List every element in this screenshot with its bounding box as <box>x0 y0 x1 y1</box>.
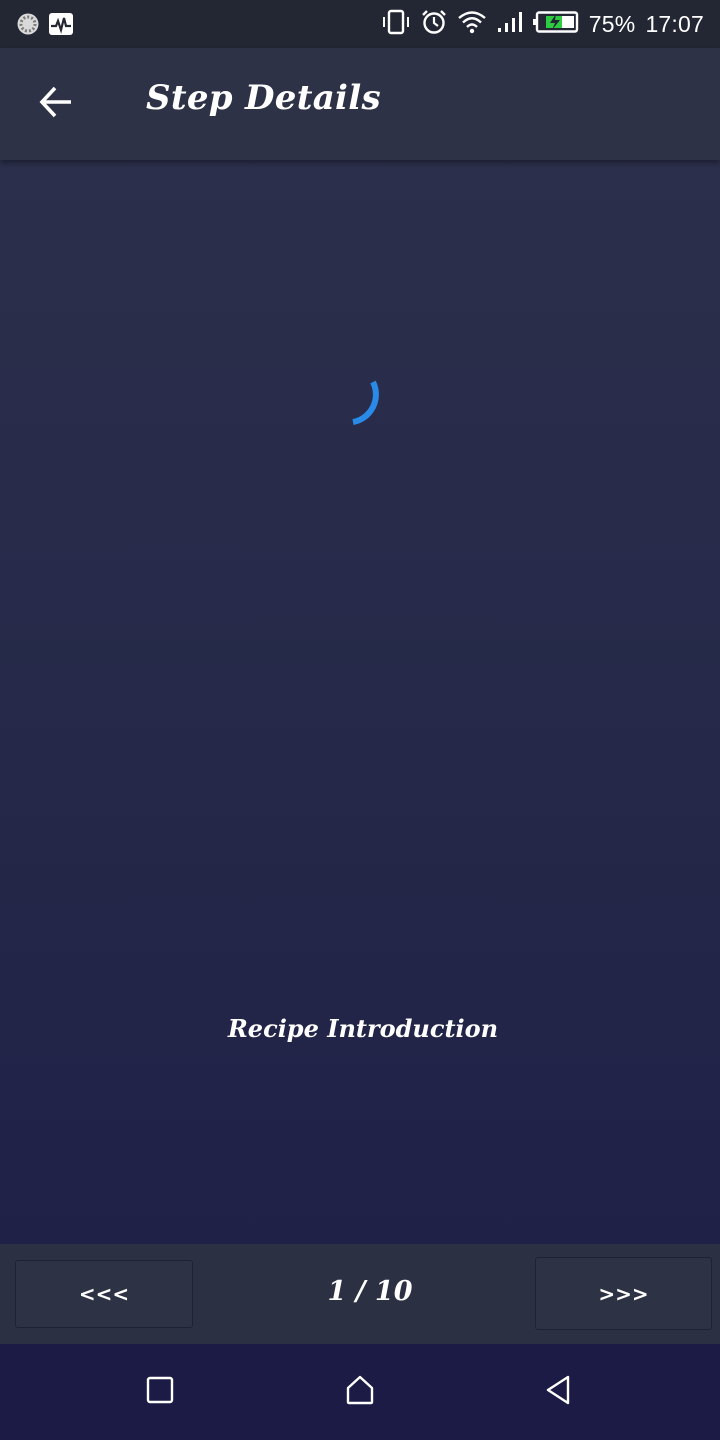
system-back-button[interactable] <box>538 1372 578 1412</box>
app-notification-icon <box>16 12 40 40</box>
home-button[interactable] <box>340 1372 380 1412</box>
arrow-left-icon <box>38 84 74 124</box>
vibrate-icon <box>381 9 411 39</box>
back-button[interactable] <box>28 76 84 132</box>
battery-percent: 75% <box>588 10 636 37</box>
step-content: Recipe Introduction <box>0 160 720 1244</box>
system-navigation-bar <box>0 1344 720 1440</box>
status-bar-right: 75% 17:07 <box>381 8 704 40</box>
step-counter: 1 / 10 <box>327 1276 413 1307</box>
previous-step-button[interactable]: <<< <box>15 1260 193 1328</box>
page-title: Step Details <box>146 78 381 118</box>
status-bar: 75% 17:07 <box>0 0 720 48</box>
next-step-button[interactable]: >>> <box>535 1257 712 1330</box>
alarm-icon <box>421 9 447 39</box>
step-pager: <<< 1 / 10 >>> <box>0 1244 720 1344</box>
battery-charging-icon <box>532 11 579 37</box>
activity-monitor-icon <box>48 12 74 40</box>
back-triangle-icon <box>543 1374 573 1410</box>
toolbar: Step Details <box>0 48 720 160</box>
loading-spinner <box>336 370 416 450</box>
status-bar-left <box>16 12 74 40</box>
recents-square-icon <box>145 1375 175 1409</box>
step-caption: Recipe Introduction <box>227 1014 499 1043</box>
signal-icon <box>497 10 523 38</box>
clock: 17:07 <box>645 10 704 37</box>
wifi-icon <box>457 9 487 39</box>
recents-button[interactable] <box>140 1372 180 1412</box>
home-icon <box>344 1374 376 1410</box>
